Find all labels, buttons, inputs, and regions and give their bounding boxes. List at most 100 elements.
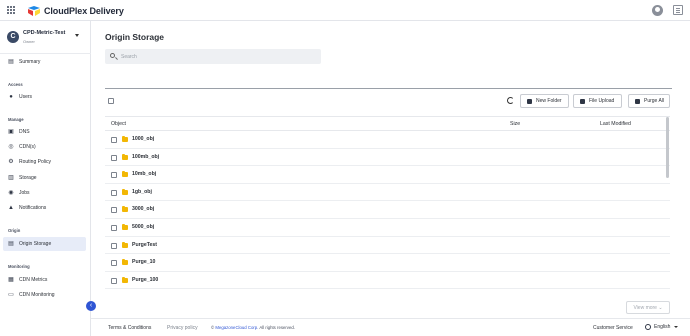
menu-icon[interactable]: [673, 5, 683, 15]
button-label: File Upload: [589, 98, 615, 104]
column-size[interactable]: Size: [510, 121, 520, 127]
sidebar-item-label: Notifications: [19, 205, 47, 211]
company-name[interactable]: MegazoneCloud Corp.: [215, 325, 258, 330]
sidebar-item-label: DNS: [19, 129, 30, 135]
sidebar-item-label: CDN(s): [19, 144, 36, 150]
folder-icon: [122, 241, 128, 248]
folder-icon: ▤: [8, 241, 14, 247]
table-row[interactable]: PurgeTest: [105, 237, 670, 255]
terms-link[interactable]: Terms & Conditions: [108, 325, 151, 331]
row-checkbox[interactable]: [111, 189, 117, 196]
account-name: CPD-Metric-Test: [23, 30, 66, 36]
object-name[interactable]: Purge_10: [132, 259, 155, 265]
sidebar-item-dns[interactable]: ▣ DNS: [3, 125, 86, 139]
chevron-left-icon[interactable]: ‹: [86, 301, 96, 311]
table-row[interactable]: 1gb_obj: [105, 184, 670, 202]
account-switcher[interactable]: C CPD-Metric-Test Owner: [0, 21, 91, 54]
table-header: Object Size Last Modified: [105, 116, 670, 131]
storage-icon: ▥: [8, 175, 14, 181]
folder-icon: [122, 188, 128, 195]
caret-down-icon[interactable]: [75, 34, 79, 37]
sidebar-item-notifications[interactable]: ▲ Notifications: [3, 201, 86, 215]
object-name[interactable]: Purge_100: [132, 277, 158, 283]
object-name[interactable]: 5000_obj: [132, 224, 154, 230]
row-checkbox[interactable]: [111, 277, 117, 284]
copyright-symbol: ©: [211, 325, 215, 330]
sidebar-item-cdn-metrics[interactable]: ▦ CDN Metrics: [3, 273, 86, 287]
top-bar: CloudPlex Delivery: [0, 0, 690, 21]
jobs-icon: ◉: [8, 190, 14, 196]
folder-icon: [122, 171, 128, 178]
new-folder-button[interactable]: New Folder: [520, 94, 569, 108]
select-all-checkbox[interactable]: [108, 98, 114, 104]
button-label: Purge All: [644, 98, 665, 104]
row-checkbox[interactable]: [111, 242, 117, 249]
column-last-modified[interactable]: Last Modified: [600, 121, 631, 127]
purge-all-button[interactable]: Purge All: [628, 94, 670, 108]
table-scrollbar[interactable]: [666, 117, 669, 178]
sidebar-item-label: CDN Metrics: [19, 277, 48, 283]
sidebar-item-summary[interactable]: ▤ Summary: [3, 55, 86, 69]
search-icon: [110, 53, 115, 58]
row-checkbox[interactable]: [111, 154, 117, 161]
row-checkbox[interactable]: [111, 260, 117, 267]
page-title: Origin Storage: [105, 32, 165, 42]
object-name[interactable]: PurgeTest: [132, 242, 157, 248]
sidebar-item-users[interactable]: ● Users: [3, 90, 86, 104]
object-name[interactable]: 10mb_obj: [132, 171, 156, 177]
row-checkbox[interactable]: [111, 225, 117, 231]
folder-icon: [122, 206, 128, 213]
brand-logo[interactable]: CloudPlex Delivery: [27, 4, 124, 17]
purge-icon: [635, 98, 640, 104]
caret-down-icon: [674, 326, 679, 328]
copyright: © MegazoneCloud Corp. All rights reserve…: [211, 325, 295, 330]
copyright-text: All rights reserved.: [259, 325, 295, 330]
section-title-manage: Manage: [8, 117, 24, 122]
section-title-access: Access: [8, 82, 23, 87]
sidebar-item-storage[interactable]: ▥ Storage: [3, 171, 86, 185]
user-circle-icon[interactable]: [652, 5, 663, 16]
refresh-icon[interactable]: [507, 97, 514, 104]
object-name[interactable]: 3000_obj: [132, 206, 154, 212]
table-row[interactable]: 100mb_obj: [105, 149, 670, 167]
grid-icon[interactable]: [7, 6, 16, 15]
sidebar-item-jobs[interactable]: ◉ Jobs: [3, 186, 86, 200]
account-role: Owner: [23, 39, 35, 44]
object-name[interactable]: 100mb_obj: [132, 154, 159, 160]
row-checkbox[interactable]: [111, 172, 117, 179]
cloudplex-logo-icon: [28, 5, 40, 16]
language-selector[interactable]: English: [645, 324, 679, 330]
file-upload-button[interactable]: File Upload: [573, 94, 622, 108]
table-row[interactable]: 5000_obj: [105, 219, 670, 237]
sidebar-item-routing-policy[interactable]: ⚙ Routing Policy: [3, 155, 86, 169]
document-icon: ▤: [8, 59, 14, 65]
table-row[interactable]: 1000_obj: [105, 131, 670, 149]
table-row[interactable]: Purge_10: [105, 254, 670, 272]
search-input[interactable]: [121, 51, 311, 62]
section-title-origin: Origin: [8, 228, 21, 233]
object-name[interactable]: 1000_obj: [132, 136, 154, 142]
row-checkbox[interactable]: [111, 137, 117, 143]
object-name[interactable]: 1gb_obj: [132, 189, 152, 195]
account-avatar: C: [7, 31, 19, 43]
privacy-link[interactable]: Privacy policy: [167, 325, 198, 331]
view-more-button[interactable]: View more ⌄: [626, 301, 670, 314]
sidebar-item-label: Storage: [19, 175, 37, 181]
cdn-icon: ◎: [8, 144, 14, 150]
customer-service-link[interactable]: Customer Service: [593, 325, 633, 331]
row-checkbox[interactable]: [111, 207, 117, 214]
upload-icon: [580, 98, 585, 104]
table-row[interactable]: 3000_obj: [105, 201, 670, 219]
column-object[interactable]: Object: [111, 121, 126, 127]
search-bar[interactable]: [105, 49, 321, 64]
sidebar-item-label: Summary: [19, 59, 41, 65]
table-row[interactable]: Purge_100: [105, 272, 670, 290]
sidebar-item-cdns[interactable]: ◎ CDN(s): [3, 140, 86, 154]
sidebar-item-cdn-monitoring[interactable]: ▭ CDN Monitoring: [3, 288, 86, 302]
sidebar-item-label: Jobs: [19, 190, 30, 196]
button-label: New Folder: [536, 98, 562, 104]
folder-icon: [122, 259, 128, 266]
sidebar-item-origin-storage[interactable]: ▤ Origin Storage: [3, 237, 86, 251]
brand-name: CloudPlex Delivery: [44, 5, 124, 16]
table-row[interactable]: 10mb_obj: [105, 166, 670, 184]
